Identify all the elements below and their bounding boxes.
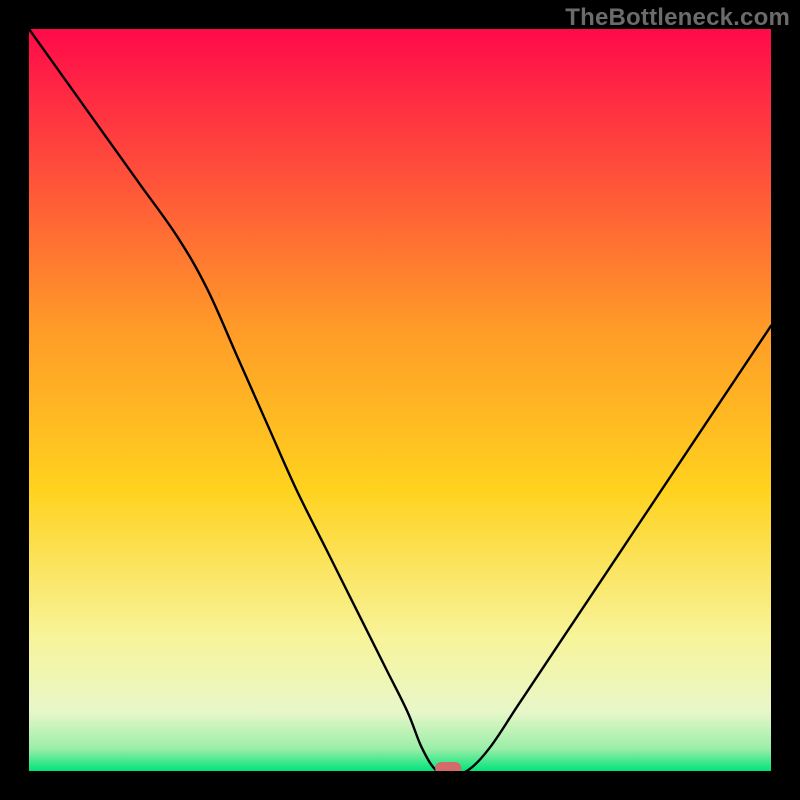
watermark: TheBottleneck.com [565, 4, 790, 32]
gradient-background [29, 29, 771, 771]
bottleneck-chart [29, 29, 771, 771]
chart-frame: { "watermark": "TheBottleneck.com", "cha… [0, 0, 800, 800]
min-marker [435, 762, 461, 771]
